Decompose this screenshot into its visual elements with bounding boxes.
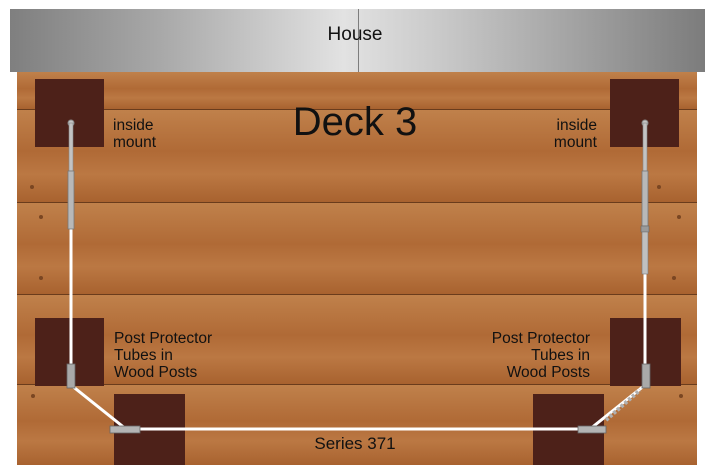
label-line: Wood Posts <box>114 364 198 381</box>
protector-tube-left <box>66 363 76 389</box>
label-line: Tubes in <box>114 347 173 364</box>
swage-right <box>641 231 649 275</box>
protector-tube-right <box>641 363 651 389</box>
label-line: mount <box>113 134 157 151</box>
label-line: Post Protector <box>491 330 590 347</box>
deck-title: Deck 3 <box>292 100 418 144</box>
protector-tube-bottom-right <box>577 425 607 434</box>
fitting-right <box>640 225 650 233</box>
cable-line <box>69 122 647 431</box>
label-line: Tubes in <box>531 347 590 364</box>
label-inside-mount-right: inside mount <box>520 117 597 151</box>
label-post-protector-right: Post Protector Tubes in Wood Posts <box>460 330 590 381</box>
threaded-rod-left <box>68 122 74 172</box>
threaded-rod-right <box>642 122 648 172</box>
protector-tube-bottom-left <box>109 425 141 434</box>
label-line: inside <box>556 117 598 134</box>
label-line: Wood Posts <box>506 364 590 381</box>
turnbuckle-right <box>641 170 649 227</box>
cable-diagram <box>66 119 651 434</box>
label-inside-mount-left: inside mount <box>113 117 156 151</box>
label-line: Post Protector <box>114 330 213 347</box>
label-line: inside <box>113 117 154 134</box>
label-post-protector-left: Post Protector Tubes in Wood Posts <box>114 330 212 381</box>
label-line: mount <box>553 134 597 151</box>
series-label: Series 371 <box>314 434 396 453</box>
turnbuckle-left <box>67 170 75 230</box>
